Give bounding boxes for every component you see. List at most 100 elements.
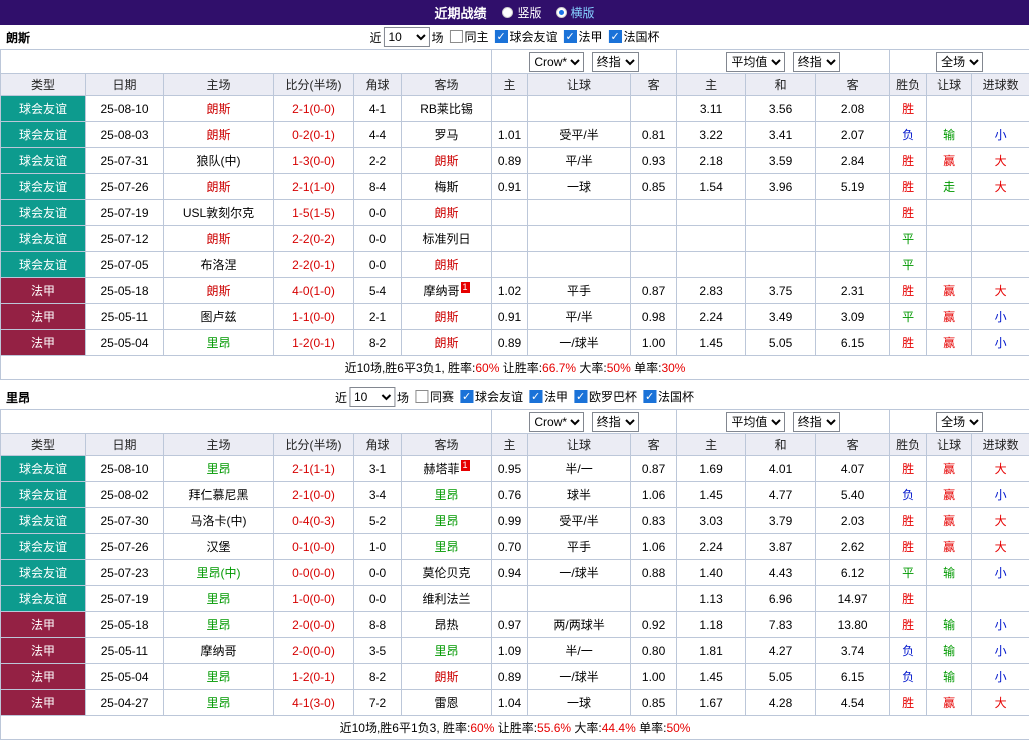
team-link[interactable]: 里昂: [435, 540, 459, 554]
col-avg-home: 主: [677, 74, 746, 96]
team-link[interactable]: USL敦刻尔克: [183, 206, 254, 220]
team-link[interactable]: 摩纳哥: [200, 644, 236, 658]
match-row: 球会友谊25-08-10里昂2-1(1-1)3-1赫塔菲10.95半/一0.87…: [1, 456, 1029, 482]
odds-type-select[interactable]: 终指: [592, 52, 639, 72]
team-link[interactable]: RB莱比锡: [420, 102, 473, 116]
team-link[interactable]: 梅斯: [435, 180, 459, 194]
odds-source-select[interactable]: Crow*: [529, 52, 584, 72]
checkbox-unchecked-icon: [449, 30, 462, 43]
filter-checkbox[interactable]: 欧罗巴杯: [574, 388, 637, 405]
team-link[interactable]: 里昂: [206, 336, 230, 350]
odds-type-select[interactable]: 终指: [592, 412, 639, 432]
col-corner: 角球: [354, 434, 402, 456]
view-mode-radio[interactable]: 竖版: [502, 4, 541, 21]
odds-home-cell: [492, 226, 528, 252]
team-link[interactable]: 拜仁慕尼黑: [188, 488, 248, 502]
team-link[interactable]: 布洛涅: [200, 258, 236, 272]
result-cell: 平: [890, 226, 927, 252]
handicap-cell: 平/半: [528, 304, 631, 330]
score-cell: 1-5(1-5): [274, 200, 354, 226]
odds-home-cell: 1.09: [492, 638, 528, 664]
team-link[interactable]: 赫塔菲: [424, 462, 460, 476]
team-link[interactable]: 朗斯: [206, 232, 230, 246]
team-link[interactable]: 朗斯: [206, 180, 230, 194]
score-cell: 4-1(3-0): [274, 690, 354, 716]
scope-select[interactable]: 全场: [936, 52, 983, 72]
filter-checkbox[interactable]: 球会友谊: [460, 388, 523, 405]
team-link[interactable]: 里昂: [206, 592, 230, 606]
average-type-select[interactable]: 终指: [793, 412, 840, 432]
team-link[interactable]: 马洛卡(中): [191, 514, 247, 528]
team-link[interactable]: 汉堡: [206, 540, 230, 554]
team-link[interactable]: 朗斯: [435, 258, 459, 272]
team-link[interactable]: 朗斯: [435, 206, 459, 220]
filter-checkbox[interactable]: 法甲: [564, 28, 603, 45]
odds-source-select[interactable]: Crow*: [529, 412, 584, 432]
avg-draw-cell: 4.01: [746, 456, 816, 482]
section-header: 里昂 近 10 场 同赛球会友谊法甲欧罗巴杯法国杯: [0, 385, 1029, 409]
avg-away-cell: 2.08: [816, 96, 890, 122]
scope-select[interactable]: 全场: [936, 412, 983, 432]
filter-checkbox[interactable]: 法国杯: [609, 28, 660, 45]
score-cell: 0-4(0-3): [274, 508, 354, 534]
team-link[interactable]: 朗斯: [435, 336, 459, 350]
result-cell: 胜: [890, 200, 927, 226]
competition-type-cell: 球会友谊: [1, 560, 86, 586]
handicap-cell: [528, 200, 631, 226]
team-link[interactable]: 里昂: [206, 618, 230, 632]
match-row: 球会友谊25-08-02拜仁慕尼黑2-1(0-0)3-4里昂0.76球半1.06…: [1, 482, 1029, 508]
handicap-result-cell: 赢: [927, 482, 972, 508]
team-link[interactable]: 里昂: [435, 644, 459, 658]
col-odds-home: 主: [492, 434, 528, 456]
team-link[interactable]: 里昂: [206, 670, 230, 684]
col-handicap-result: 让球: [927, 74, 972, 96]
average-select[interactable]: 平均值: [726, 412, 785, 432]
odds-home-cell: 0.94: [492, 560, 528, 586]
competition-type-cell: 法甲: [1, 664, 86, 690]
team-link[interactable]: 昂热: [435, 618, 459, 632]
team-link[interactable]: 雷恩: [435, 696, 459, 710]
team-link[interactable]: 朗斯: [435, 310, 459, 324]
team-link[interactable]: 里昂(中): [197, 566, 241, 580]
team-link[interactable]: 朗斯: [435, 154, 459, 168]
result-cell: 胜: [890, 330, 927, 356]
team-link[interactable]: 莫伦贝克: [423, 566, 471, 580]
team-link[interactable]: 摩纳哥: [424, 284, 460, 298]
filter-checkbox[interactable]: 球会友谊: [495, 28, 558, 45]
goals-result-cell: 小: [972, 612, 1029, 638]
handicap-result-cell: [927, 252, 972, 278]
avg-draw-cell: [746, 252, 816, 278]
handicap-cell: [528, 226, 631, 252]
team-link[interactable]: 维利法兰: [423, 592, 471, 606]
filter-checkbox[interactable]: 同主: [449, 28, 488, 45]
team-link[interactable]: 里昂: [435, 514, 459, 528]
team-link[interactable]: 朗斯: [435, 670, 459, 684]
team-link[interactable]: 里昂: [206, 696, 230, 710]
team-link[interactable]: 里昂: [206, 462, 230, 476]
average-select[interactable]: 平均值: [726, 52, 785, 72]
team-link[interactable]: 图卢兹: [200, 310, 236, 324]
team-link[interactable]: 罗马: [435, 128, 459, 142]
team-link[interactable]: 朗斯: [206, 128, 230, 142]
match-count-select[interactable]: 10: [383, 27, 429, 47]
handicap-cell: 两/两球半: [528, 612, 631, 638]
team-link[interactable]: 朗斯: [206, 284, 230, 298]
filter-checkbox[interactable]: 法甲: [529, 388, 568, 405]
match-count-select[interactable]: 10: [349, 387, 395, 407]
view-mode-radio[interactable]: 横版: [556, 4, 595, 21]
team-link[interactable]: 狼队(中): [197, 154, 241, 168]
handicap-cell: 一球: [528, 174, 631, 200]
team-link[interactable]: 里昂: [435, 488, 459, 502]
away-team-cell: 里昂: [402, 638, 492, 664]
filter-checkbox[interactable]: 同赛: [415, 388, 454, 405]
filter-checkbox[interactable]: 法国杯: [643, 388, 694, 405]
home-team-cell: 拜仁慕尼黑: [164, 482, 274, 508]
summary-row: 近10场,胜6平1负3, 胜率:60% 让胜率:55.6% 大率:44.4% 单…: [1, 716, 1029, 740]
home-team-cell: 里昂: [164, 586, 274, 612]
average-type-select[interactable]: 终指: [793, 52, 840, 72]
match-row: 法甲25-05-04里昂1-2(0-1)8-2朗斯0.89一/球半1.001.4…: [1, 664, 1029, 690]
away-team-cell: 昂热: [402, 612, 492, 638]
team-link[interactable]: 朗斯: [206, 102, 230, 116]
team-link[interactable]: 标准列日: [423, 232, 471, 246]
result-cell: 胜: [890, 612, 927, 638]
